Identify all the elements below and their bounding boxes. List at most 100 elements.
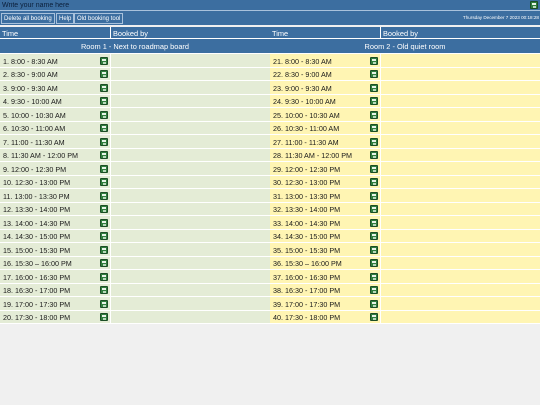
booked-by-input[interactable] bbox=[112, 109, 269, 119]
old-booking-tool-button[interactable]: Old booking tool bbox=[74, 13, 124, 24]
booked-by-input[interactable] bbox=[382, 82, 539, 92]
save-icon[interactable] bbox=[370, 259, 378, 267]
booked-by-input[interactable] bbox=[112, 55, 269, 65]
save-icon[interactable] bbox=[370, 151, 378, 159]
save-icon[interactable] bbox=[370, 56, 378, 65]
save-icon[interactable] bbox=[370, 232, 378, 240]
booked-by-input[interactable] bbox=[382, 271, 539, 281]
booked-by-input[interactable] bbox=[382, 244, 539, 254]
save-icon[interactable] bbox=[370, 245, 378, 254]
booked-by-input[interactable] bbox=[382, 95, 539, 106]
save-icon[interactable] bbox=[370, 164, 378, 173]
time-slot-row: 15. 15:00 - 15:30 PM bbox=[0, 243, 270, 257]
booked-by-input[interactable] bbox=[382, 217, 539, 227]
booked-by-cell bbox=[110, 67, 270, 80]
save-icon[interactable] bbox=[370, 124, 378, 132]
booked-by-input[interactable] bbox=[382, 257, 539, 268]
delete-all-booking-button[interactable]: Delete all booking bbox=[1, 13, 55, 24]
table-header: Time Booked by bbox=[270, 27, 540, 39]
save-icon[interactable] bbox=[370, 110, 378, 119]
booked-by-input[interactable] bbox=[382, 176, 539, 187]
booked-by-input[interactable] bbox=[382, 122, 539, 133]
booked-by-input[interactable] bbox=[382, 55, 539, 65]
save-icon[interactable] bbox=[100, 313, 108, 321]
save-icon[interactable] bbox=[100, 191, 108, 200]
save-icon[interactable] bbox=[370, 97, 378, 105]
save-icon[interactable] bbox=[100, 97, 108, 105]
column-divider bbox=[380, 27, 381, 39]
save-icon[interactable] bbox=[100, 259, 108, 267]
save-icon[interactable] bbox=[530, 1, 538, 9]
booked-by-input[interactable] bbox=[382, 163, 539, 173]
booked-by-input[interactable] bbox=[382, 230, 539, 241]
save-icon[interactable] bbox=[100, 137, 108, 146]
booked-by-input[interactable] bbox=[112, 190, 269, 200]
booked-by-input[interactable] bbox=[112, 68, 269, 79]
booked-by-input[interactable] bbox=[112, 176, 269, 187]
booked-by-cell bbox=[110, 229, 270, 242]
save-icon[interactable] bbox=[370, 286, 378, 294]
booked-by-input[interactable] bbox=[112, 136, 269, 146]
booked-by-input[interactable] bbox=[112, 284, 269, 295]
booked-by-cell bbox=[380, 108, 540, 121]
booked-by-input[interactable] bbox=[382, 109, 539, 119]
save-icon[interactable] bbox=[100, 164, 108, 173]
booked-by-input[interactable] bbox=[112, 230, 269, 241]
booked-by-cell bbox=[110, 162, 270, 175]
save-icon[interactable] bbox=[100, 56, 108, 65]
save-icon[interactable] bbox=[100, 286, 108, 294]
booked-by-cell bbox=[380, 189, 540, 202]
save-icon[interactable] bbox=[100, 110, 108, 119]
booked-by-input[interactable] bbox=[382, 136, 539, 146]
booked-by-input[interactable] bbox=[112, 149, 269, 160]
save-icon[interactable] bbox=[100, 124, 108, 132]
save-icon[interactable] bbox=[100, 272, 108, 281]
save-icon[interactable] bbox=[100, 178, 108, 186]
time-slot-label: 32. 13:30 - 14:00 PM bbox=[273, 205, 341, 214]
booked-by-input[interactable] bbox=[112, 311, 269, 322]
name-input[interactable] bbox=[1, 1, 521, 9]
booked-by-input[interactable] bbox=[112, 122, 269, 133]
save-icon[interactable] bbox=[370, 70, 378, 78]
booked-by-input[interactable] bbox=[382, 311, 539, 322]
save-icon[interactable] bbox=[370, 272, 378, 281]
booked-by-input[interactable] bbox=[112, 271, 269, 281]
save-icon[interactable] bbox=[370, 83, 378, 92]
save-icon[interactable] bbox=[100, 245, 108, 254]
booked-by-input[interactable] bbox=[112, 298, 269, 308]
booked-by-cell bbox=[380, 202, 540, 215]
save-icon[interactable] bbox=[370, 218, 378, 227]
save-icon[interactable] bbox=[100, 83, 108, 92]
booked-by-input[interactable] bbox=[382, 190, 539, 200]
time-slot-row: 23. 9:00 - 9:30 AM bbox=[270, 81, 540, 95]
booked-by-input[interactable] bbox=[112, 163, 269, 173]
save-icon[interactable] bbox=[370, 191, 378, 200]
booked-by-cell bbox=[110, 54, 270, 67]
booked-by-input[interactable] bbox=[112, 95, 269, 106]
save-icon[interactable] bbox=[100, 299, 108, 308]
save-icon[interactable] bbox=[100, 232, 108, 240]
booked-by-input[interactable] bbox=[112, 217, 269, 227]
save-icon[interactable] bbox=[100, 151, 108, 159]
booked-by-input[interactable] bbox=[382, 298, 539, 308]
save-icon[interactable] bbox=[100, 205, 108, 213]
booked-by-cell bbox=[110, 243, 270, 256]
help-button[interactable]: Help bbox=[56, 13, 75, 24]
save-icon[interactable] bbox=[370, 313, 378, 321]
save-icon[interactable] bbox=[370, 178, 378, 186]
time-slot-label: 40. 17:30 - 18:00 PM bbox=[273, 313, 341, 322]
save-icon[interactable] bbox=[370, 205, 378, 213]
booked-by-input[interactable] bbox=[112, 244, 269, 254]
booked-by-cell bbox=[110, 81, 270, 94]
booked-by-input[interactable] bbox=[112, 257, 269, 268]
booked-by-input[interactable] bbox=[382, 149, 539, 160]
booked-by-input[interactable] bbox=[382, 68, 539, 79]
save-icon[interactable] bbox=[370, 299, 378, 308]
booked-by-input[interactable] bbox=[382, 284, 539, 295]
booked-by-input[interactable] bbox=[112, 82, 269, 92]
save-icon[interactable] bbox=[370, 137, 378, 146]
booked-by-input[interactable] bbox=[382, 203, 539, 214]
save-icon[interactable] bbox=[100, 218, 108, 227]
booked-by-input[interactable] bbox=[112, 203, 269, 214]
save-icon[interactable] bbox=[100, 70, 108, 78]
